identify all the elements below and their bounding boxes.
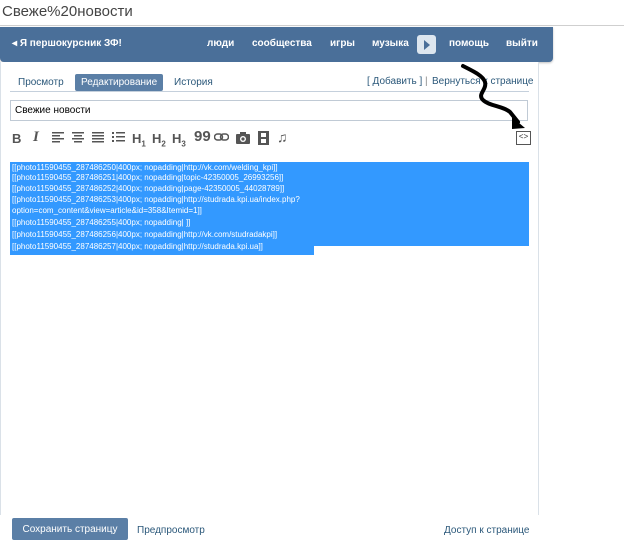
- editor-line: [[photo11590455_287486253|400px; nopaddi…: [12, 195, 300, 204]
- align-justify-icon[interactable]: [92, 131, 104, 144]
- menu-help[interactable]: помощь: [449, 38, 489, 49]
- editor-line: [[photo11590455_287486257|400px; nopaddi…: [12, 242, 263, 251]
- tab-divider: [10, 91, 529, 92]
- page-title-input[interactable]: [10, 100, 528, 121]
- link-icon[interactable]: [214, 133, 229, 142]
- back-link[interactable]: ◂ Я першокурсник ЗФ!: [12, 38, 122, 49]
- save-page-button[interactable]: Сохранить страницу: [12, 518, 128, 540]
- audio-icon[interactable]: ♫: [277, 129, 288, 145]
- editor-line: [[photo11590455_287486251|400px; nopaddi…: [12, 173, 284, 182]
- add-link[interactable]: [ Добавить ]: [367, 76, 422, 87]
- menu-communities[interactable]: сообщества: [252, 38, 312, 49]
- heading3-icon[interactable]: H3: [172, 131, 186, 149]
- menu-games[interactable]: игры: [330, 38, 355, 49]
- editor-line: [[photo11590455_287486255|400px; nopaddi…: [12, 218, 191, 227]
- bold-icon[interactable]: B: [12, 131, 21, 147]
- list-icon[interactable]: [112, 131, 125, 144]
- editor-line: option=com_content&view=article&id=358&I…: [12, 206, 202, 215]
- h3-letter: H: [172, 131, 182, 146]
- align-left-icon[interactable]: [52, 131, 64, 144]
- address-text: Свеже%20новости: [2, 3, 133, 20]
- preview-link[interactable]: Предпросмотр: [137, 525, 205, 536]
- menu-music[interactable]: музыка: [372, 38, 409, 49]
- annotation-arrow: [461, 64, 525, 129]
- menu-logout[interactable]: выйти: [506, 38, 538, 49]
- editor-line: [[photo11590455_287486256|400px; nopaddi…: [12, 230, 278, 239]
- heading2-icon[interactable]: H2: [152, 131, 166, 149]
- editor-line: [[photo11590455_287486250|400px; nopaddi…: [12, 163, 278, 172]
- page-access-link[interactable]: Доступ к странице: [444, 525, 529, 536]
- heading1-icon[interactable]: H1: [132, 131, 146, 149]
- h2-letter: H: [152, 131, 162, 146]
- tab-edit[interactable]: Редактирование: [75, 74, 164, 91]
- play-icon[interactable]: [417, 35, 436, 54]
- editor-line: [[photo11590455_287486252|400px; nopaddi…: [12, 184, 285, 193]
- photo-icon[interactable]: [236, 132, 250, 144]
- editor-textarea[interactable]: [[photo11590455_287486250|400px; nopaddi…: [10, 156, 529, 510]
- menu-people[interactable]: люди: [207, 38, 234, 49]
- tab-history[interactable]: История: [174, 74, 213, 91]
- h1-letter: H: [132, 131, 142, 146]
- video-icon[interactable]: [258, 131, 269, 145]
- back-label: Я першокурсник ЗФ!: [19, 38, 122, 49]
- align-center-icon[interactable]: [72, 131, 84, 144]
- link-separator: |: [425, 76, 428, 87]
- italic-icon[interactable]: I: [33, 129, 39, 145]
- quote-icon[interactable]: 99: [194, 128, 211, 145]
- tab-view[interactable]: Просмотр: [18, 74, 64, 91]
- address-bar[interactable]: Свеже%20новости: [0, 0, 624, 26]
- site-header: ◂ Я першокурсник ЗФ! люди сообщества игр…: [0, 27, 553, 62]
